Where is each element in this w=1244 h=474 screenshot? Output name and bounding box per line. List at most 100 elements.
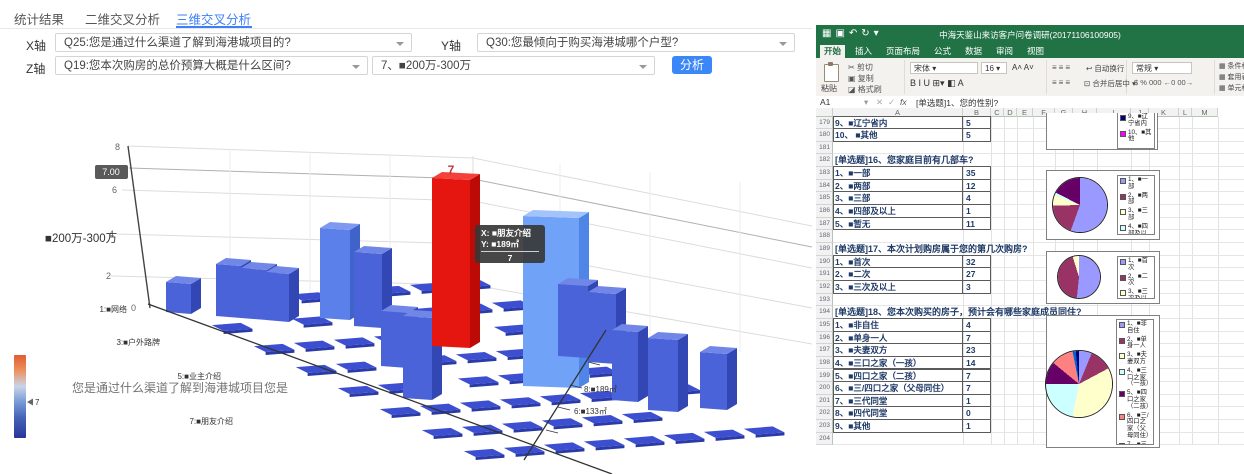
row-header-198[interactable]: 198: [816, 357, 833, 370]
legend-color-swatch-icon: [1119, 414, 1125, 420]
option-cell[interactable]: 10、 ■其他: [835, 129, 877, 142]
excel-ribbon-tabs: 开始插入页面布局公式数据审阅视图: [816, 45, 1244, 58]
z-category-select[interactable]: 7、■200万-300万: [372, 56, 655, 75]
excel-tab-公式[interactable]: 公式: [930, 45, 955, 58]
align-bottom-buttons[interactable]: ≡≡≡: [1052, 78, 1072, 87]
legend-label: 9、■辽宁省内: [1128, 114, 1153, 128]
excel-sheet-grid[interactable]: ABCDEFGHIJKLM1799、■辽宁省内518010、 ■其他518118…: [816, 108, 1244, 446]
row-header-180[interactable]: 180: [816, 129, 833, 142]
row-header-184[interactable]: 184: [816, 180, 833, 193]
row-header-201[interactable]: 201: [816, 395, 833, 408]
font-grow-shrink-buttons[interactable]: A˄ A˅: [1012, 63, 1034, 72]
style-button-1[interactable]: ▦ 套用表格格式 ▾: [1219, 72, 1244, 82]
excel-tab-审阅[interactable]: 审阅: [992, 45, 1017, 58]
clipboard-2-button[interactable]: ◪ 格式刷: [848, 84, 882, 95]
table-row[interactable]: [833, 230, 1244, 243]
table-row[interactable]: 10、 ■其他 5: [833, 129, 1244, 142]
clipboard-1-button[interactable]: ▣ 复制: [848, 73, 874, 84]
font-name-select[interactable]: 宋体 ▾: [910, 62, 978, 74]
column-header-C[interactable]: C: [991, 108, 1004, 117]
table-row[interactable]: [833, 294, 1244, 307]
name-box-dropdown-icon[interactable]: ▾: [864, 97, 868, 108]
option-cell[interactable]: 9、■其他: [835, 420, 870, 433]
option-cell[interactable]: 5、■暂无: [835, 218, 870, 231]
pie-3[interactable]: [1046, 351, 1112, 417]
row-header-188[interactable]: 188: [816, 230, 833, 243]
excel-tab-数据[interactable]: 数据: [961, 45, 986, 58]
row-header-181[interactable]: 181: [816, 142, 833, 155]
row-header-202[interactable]: 202: [816, 407, 833, 420]
row-header-195[interactable]: 195: [816, 319, 833, 332]
style-button-2[interactable]: ▦ 单元格样式 ▾: [1219, 83, 1244, 93]
table-row[interactable]: 5、■暂无 11: [833, 218, 1244, 231]
legend-color-swatch-icon: [1120, 115, 1126, 121]
pie-2[interactable]: [1058, 256, 1100, 298]
paste-button[interactable]: 粘贴: [821, 83, 837, 94]
value-cell[interactable]: 11: [966, 218, 975, 231]
row-header-179[interactable]: 179: [816, 117, 833, 130]
align-top-buttons[interactable]: ≡≡≡: [1052, 63, 1072, 72]
row-header-194[interactable]: 194: [816, 306, 833, 319]
enter-icon[interactable]: ✓: [888, 97, 895, 108]
pie-legend-3: 1、■非自住2、■单身一人3、■夫妻双方4、■三口之家（一孩）5、■四口之家（二…: [1116, 319, 1154, 445]
fx-icon[interactable]: fx: [900, 97, 907, 107]
paste-icon[interactable]: [824, 64, 839, 82]
row-header-204[interactable]: 204: [816, 433, 833, 446]
row-header-199[interactable]: 199: [816, 370, 833, 383]
pie-1[interactable]: [1053, 178, 1107, 232]
legend-color-swatch-icon: [1120, 225, 1126, 231]
row-header-183[interactable]: 183: [816, 167, 833, 180]
merge-center-button[interactable]: ⊡ 合并后居中 ▾: [1084, 78, 1136, 89]
row-header-197[interactable]: 197: [816, 344, 833, 357]
x-axis-select[interactable]: Q25:您是通过什么渠道了解到海港城项目的?: [55, 33, 412, 52]
row-header-182[interactable]: 182: [816, 154, 833, 167]
value-cell[interactable]: 3: [966, 281, 971, 294]
clipboard-0-button[interactable]: ✂ 剪切: [848, 62, 873, 73]
cancel-icon[interactable]: ✕: [876, 97, 883, 108]
row-header-196[interactable]: 196: [816, 332, 833, 345]
legend-item: 1、■一部: [1120, 177, 1153, 191]
table-row[interactable]: [833, 142, 1244, 155]
legend-color-swatch-icon: [1120, 259, 1126, 265]
row-header-187[interactable]: 187: [816, 218, 833, 231]
column-header-L[interactable]: L: [1179, 108, 1192, 117]
value-cell[interactable]: 5: [966, 129, 971, 142]
row-header-189[interactable]: 189: [816, 243, 833, 256]
row-header-203[interactable]: 203: [816, 420, 833, 433]
legend-item: 4、■四部及以上: [1120, 224, 1153, 235]
font-size-select[interactable]: 16 ▾: [981, 62, 1007, 74]
table-row[interactable]: 3、■三次及以上 3: [833, 281, 1244, 294]
select-all-corner[interactable]: [816, 108, 833, 117]
row-header-193[interactable]: 193: [816, 294, 833, 307]
number-buttons[interactable]: $ % 000 ←0 00→: [1134, 78, 1193, 87]
tab-statistics-result[interactable]: 统计结果: [14, 9, 64, 28]
table-row[interactable]: 9、■其他 1: [833, 420, 1244, 433]
value-cell[interactable]: 1: [966, 420, 971, 433]
font-style-buttons[interactable]: B I U ⊞▾ ◧ A: [910, 78, 964, 89]
tab-2d-cross-analysis[interactable]: 二维交叉分析: [85, 9, 160, 28]
column-header-E[interactable]: E: [1017, 108, 1033, 117]
style-button-0[interactable]: ▦ 条件格式 ▾: [1219, 61, 1244, 71]
row-header-185[interactable]: 185: [816, 192, 833, 205]
excel-tab-视图[interactable]: 视图: [1023, 45, 1048, 58]
3d-bar-chart[interactable]: 024681:■网络3:■户外路牌5:■业主介绍7:■朋友介绍8:■189㎡6:…: [0, 130, 812, 474]
analyze-button[interactable]: 分析: [672, 56, 712, 74]
excel-tab-开始[interactable]: 开始: [820, 45, 845, 58]
legend-item: 2、■单身一人: [1119, 337, 1152, 351]
option-cell[interactable]: 3、■三次及以上: [835, 281, 896, 294]
number-format-select[interactable]: 常规 ▾: [1132, 62, 1192, 74]
excel-tab-页面布局[interactable]: 页面布局: [882, 45, 924, 58]
row-header-191[interactable]: 191: [816, 268, 833, 281]
z-axis-select[interactable]: Q19:您本次购房的总价预算大概是什么区间?: [55, 56, 368, 75]
y-axis-select[interactable]: Q30:您最倾向于购买海港城哪个户型?: [477, 33, 795, 52]
column-header-D[interactable]: D: [1004, 108, 1017, 117]
excel-tab-插入[interactable]: 插入: [851, 45, 876, 58]
row-header-190[interactable]: 190: [816, 256, 833, 269]
row-header-200[interactable]: 200: [816, 382, 833, 395]
table-row[interactable]: [833, 433, 1244, 446]
wrap-text-button[interactable]: ↩ 自动换行: [1086, 63, 1124, 74]
column-header-M[interactable]: M: [1192, 108, 1218, 117]
row-header-192[interactable]: 192: [816, 281, 833, 294]
row-header-186[interactable]: 186: [816, 205, 833, 218]
name-box[interactable]: A1: [820, 97, 830, 107]
